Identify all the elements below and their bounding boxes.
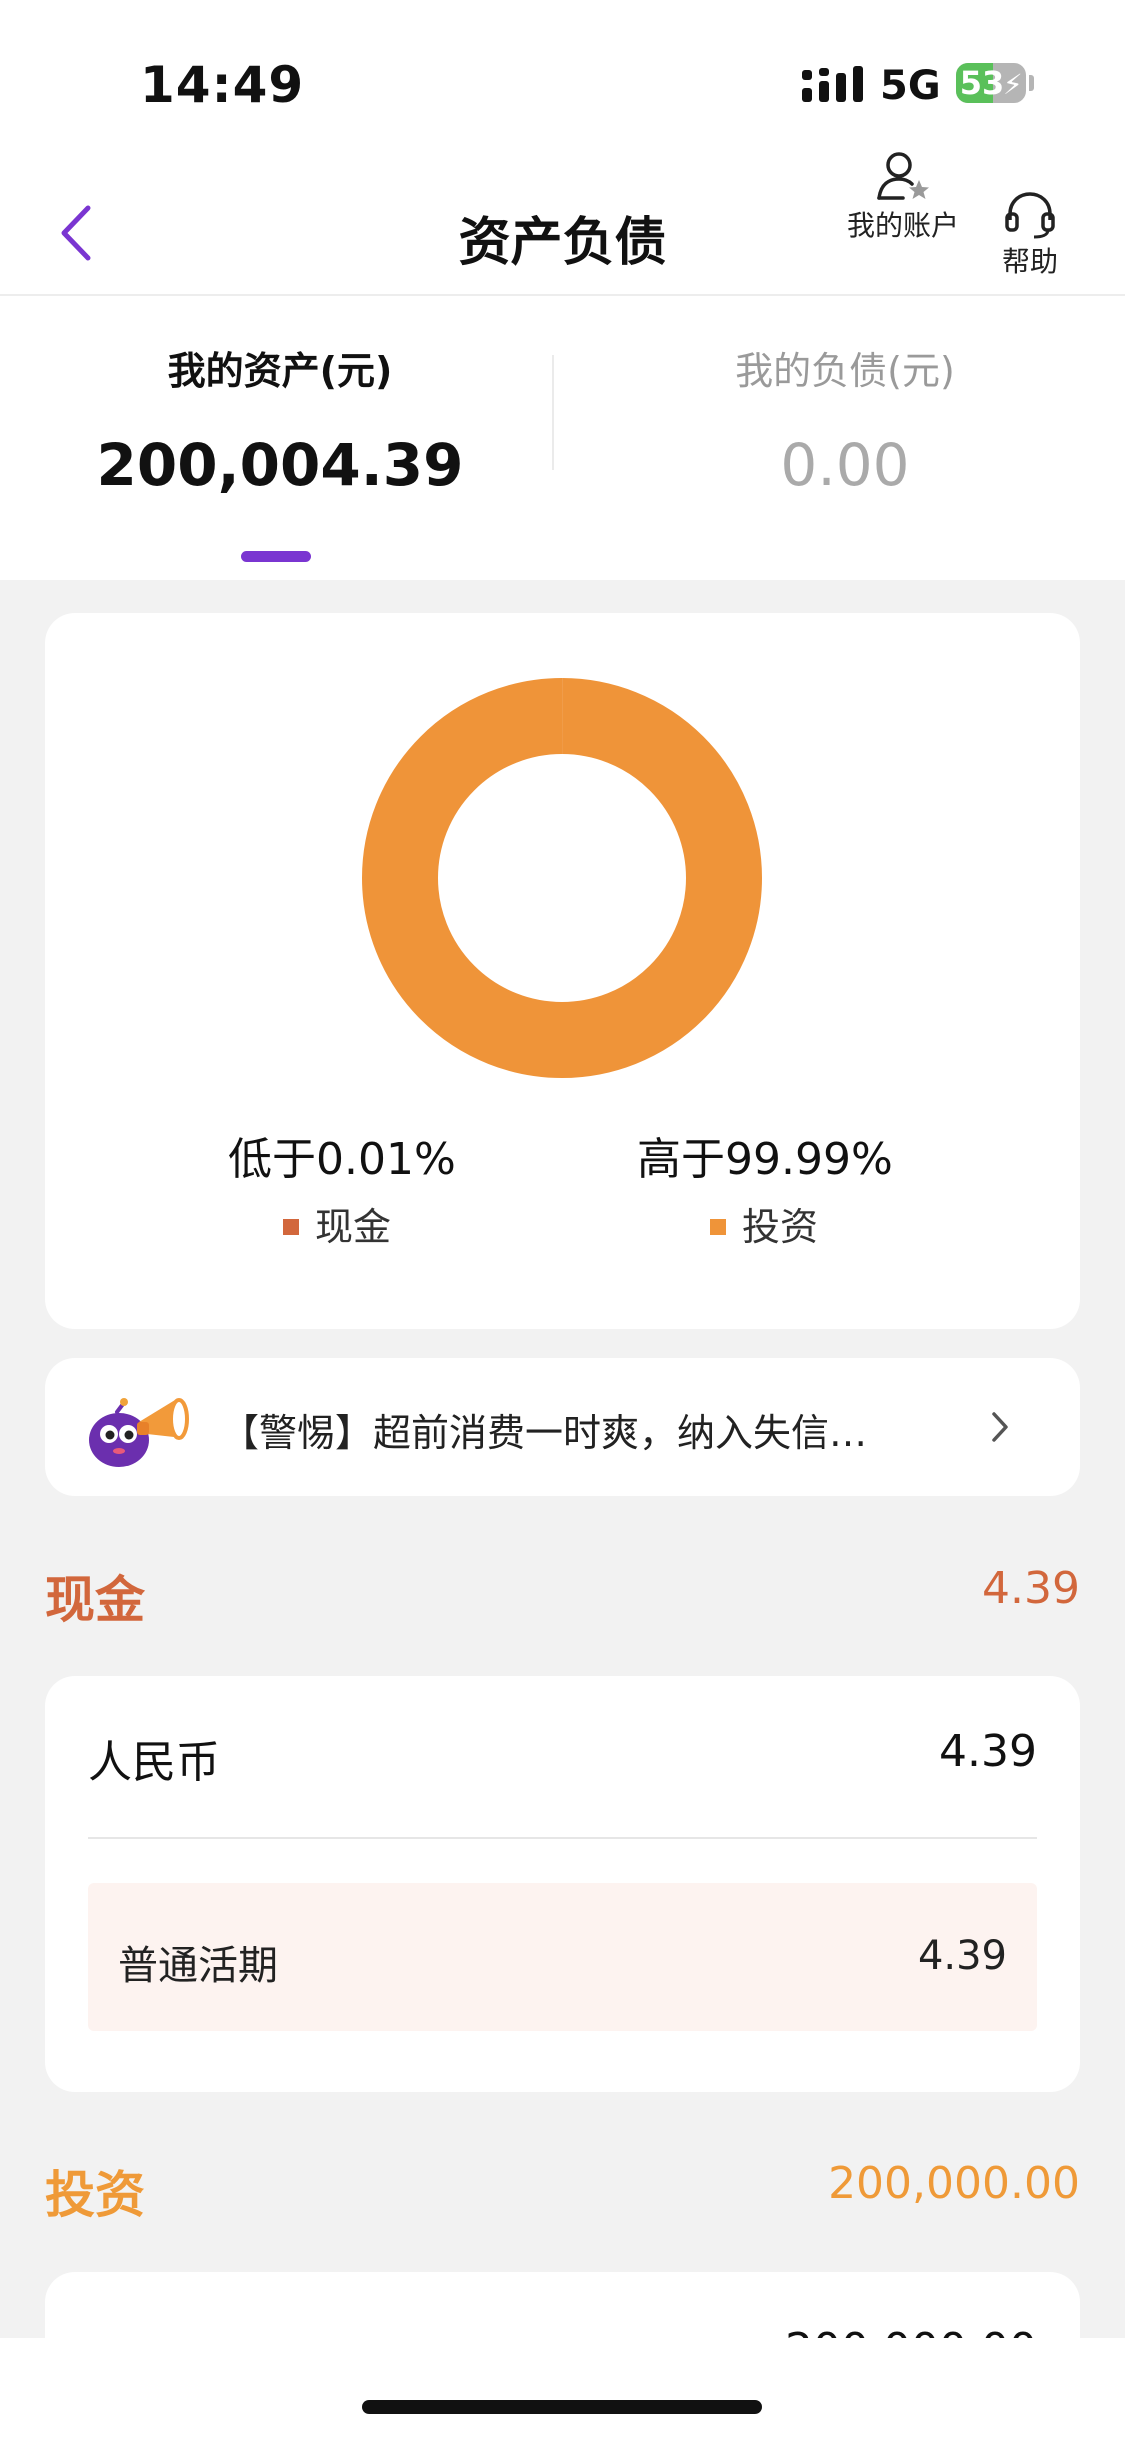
asset-chart-card: 低于0.01% 高于99.99% 现金 投资 [45, 613, 1080, 1329]
demand-deposit-label: 普通活期 [118, 1943, 278, 1989]
active-tab-indicator [241, 551, 311, 562]
tab-my-liabilities[interactable]: 我的负债(元) 0.00 [565, 340, 1125, 499]
headset-icon [1005, 192, 1055, 239]
signal-icon [802, 66, 863, 102]
bottom-safe-area [0, 2338, 1125, 2439]
donut-slice-invest [362, 678, 762, 1078]
help-label: 帮助 [1001, 245, 1058, 278]
chevron-right-icon [992, 1412, 1008, 1442]
my-account-label: 我的账户 [846, 209, 959, 242]
user-star-icon [877, 152, 929, 200]
cash-section-title: 现金 [45, 1571, 145, 1629]
asset-donut-chart [362, 678, 762, 1078]
invest-section-total: 200,000.00 [828, 2158, 1080, 2209]
currency-value: 4.39 [939, 1726, 1037, 1777]
cash-share-label: 低于0.01% [228, 1134, 456, 1185]
legend-cash: 现金 [283, 1196, 391, 1251]
invest-share-label: 高于99.99% [637, 1134, 893, 1185]
cash-card: 人民币 4.39 普通活期 4.39 [45, 1676, 1080, 2092]
help-button[interactable]: 帮助 [990, 190, 1070, 290]
tab-my-assets-label: 我的资产(元) [167, 349, 393, 393]
battery-icon: 53 ⚡ [956, 63, 1026, 103]
megaphone-mascot-icon [89, 1398, 189, 1467]
tab-my-liabilities-value: 0.00 [780, 431, 910, 499]
currency-label: 人民币 [88, 1737, 220, 1788]
legend-cash-label: 现金 [315, 1205, 392, 1249]
my-account-button[interactable]: 我的账户 [838, 150, 968, 250]
battery-level: 53 [959, 64, 1005, 102]
tab-my-assets[interactable]: 我的资产(元) 200,004.39 [0, 340, 560, 499]
invest-section-title: 投资 [45, 2166, 145, 2224]
legend-invest: 投资 [710, 1196, 818, 1251]
tab-my-liabilities-label: 我的负债(元) [735, 349, 955, 393]
network-type: 5G [880, 63, 941, 109]
demand-deposit-value: 4.39 [917, 1933, 1007, 1979]
notice-banner[interactable]: 【警惕】超前消费一时爽，纳入失信… [45, 1358, 1080, 1496]
demand-deposit-row[interactable]: 普通活期 4.39 [88, 1883, 1037, 2031]
tab-separator [552, 355, 554, 470]
legend-invest-label: 投资 [742, 1205, 819, 1249]
legend-cash-swatch [283, 1218, 299, 1235]
tab-my-assets-value: 200,004.39 [96, 431, 464, 499]
charging-icon: ⚡ [1003, 68, 1023, 101]
cash-section-total: 4.39 [982, 1563, 1080, 1614]
legend-invest-swatch [710, 1218, 726, 1235]
status-time: 14:49 [140, 56, 305, 114]
notice-text: 【警惕】超前消费一时爽，纳入失信… [221, 1411, 868, 1455]
nav-divider [0, 294, 1125, 296]
home-indicator[interactable] [362, 2400, 762, 2414]
cash-divider [88, 1837, 1037, 1839]
